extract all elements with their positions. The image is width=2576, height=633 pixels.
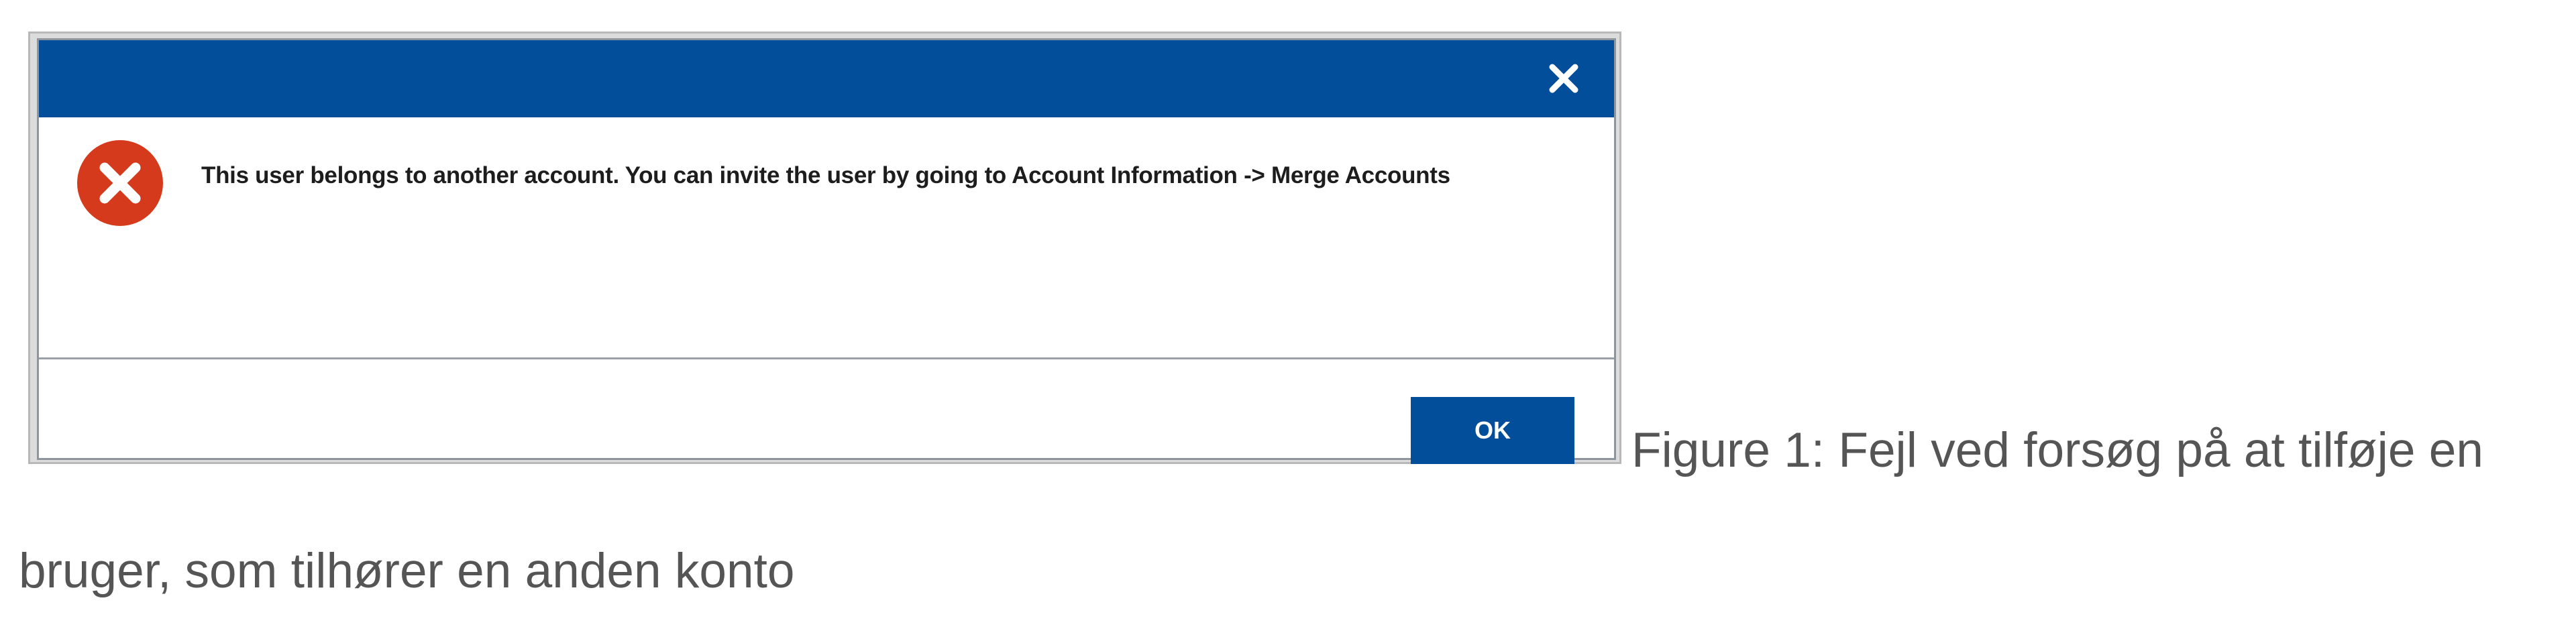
figure-caption-line-2: bruger, som tilhører en anden konto <box>19 544 795 598</box>
error-dialog: This user belongs to another account. Yo… <box>39 40 1614 464</box>
dialog-divider <box>39 357 1614 359</box>
figure-caption-line-1: Figure 1: Fejl ved forsøg på at tilføje … <box>1631 423 2483 477</box>
dialog-titlebar <box>39 40 1614 117</box>
ok-button[interactable]: OK <box>1411 397 1574 464</box>
error-message: This user belongs to another account. Yo… <box>201 162 1450 188</box>
error-icon <box>75 138 165 228</box>
close-icon <box>1549 64 1578 93</box>
close-button[interactable] <box>1540 55 1587 102</box>
dialog-body <box>39 117 1614 357</box>
